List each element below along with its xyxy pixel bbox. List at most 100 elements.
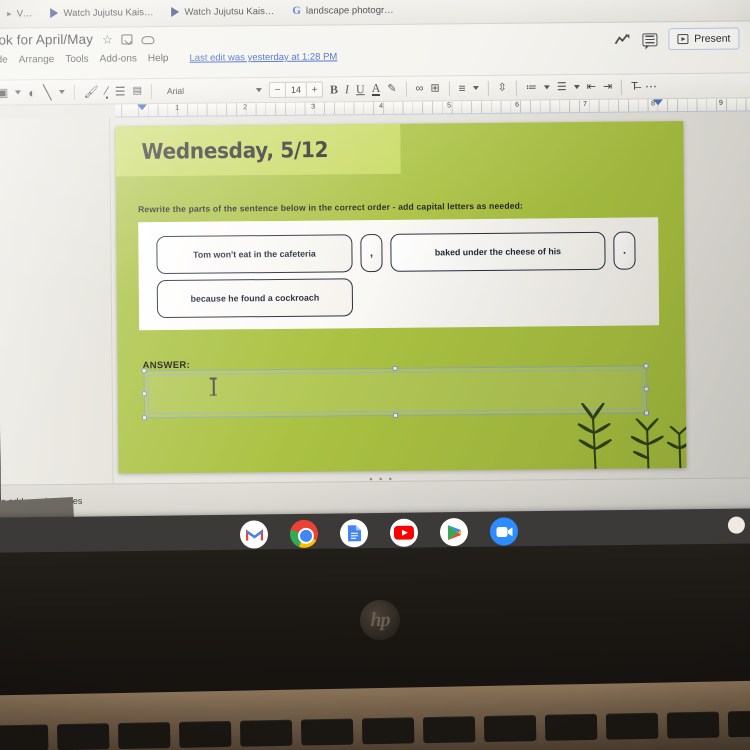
underline-button[interactable]: U — [356, 82, 365, 96]
resize-handle-ne[interactable] — [643, 363, 649, 369]
punctuation-chip-period[interactable]: . — [613, 231, 636, 270]
slide-canvas[interactable]: Wednesday, 5/12 Rewrite the parts of the… — [115, 121, 687, 474]
keyboard-key[interactable] — [483, 715, 537, 743]
activity-trend-icon[interactable] — [614, 34, 631, 46]
bookmark-item[interactable]: Watch Jujutsu Kais… — [162, 0, 283, 23]
shelf-app-list — [239, 517, 519, 549]
increase-indent-icon[interactable]: ⇥ — [603, 80, 612, 92]
keyboard-key[interactable] — [239, 719, 293, 747]
ruler-number: 4 — [379, 102, 384, 110]
system-tray[interactable] — [727, 516, 750, 534]
sentence-chip[interactable]: baked under the cheese of his — [390, 231, 606, 272]
keyboard-key[interactable] — [117, 722, 171, 750]
keyboard-key[interactable] — [178, 720, 232, 748]
resize-handle-n[interactable] — [392, 365, 398, 371]
border-dash-icon[interactable]: ▤ — [133, 85, 143, 96]
decrease-indent-icon[interactable]: ⇤ — [587, 80, 596, 92]
insert-image-icon[interactable]: ⊞ — [430, 82, 439, 94]
font-size-decrease-button[interactable]: − — [270, 84, 285, 95]
text-color-button[interactable]: A — [372, 80, 381, 96]
font-size-stepper[interactable]: − 14 + — [268, 81, 324, 99]
keyboard-key[interactable] — [56, 723, 110, 750]
keyboard-key[interactable] — [727, 710, 750, 738]
document-title-row: ok for April/May ☆ — [0, 31, 155, 48]
resize-handle-w[interactable] — [141, 391, 147, 397]
bookmark-item[interactable]: G landscape photogr… — [283, 0, 402, 22]
laptop-photo: ▸ V… Watch Jujutsu Kais… Watch Jujutsu K… — [0, 0, 750, 750]
tray-icon[interactable] — [727, 516, 746, 534]
highlight-pen-icon[interactable]: ✎ — [387, 82, 396, 94]
menu-item-slide[interactable]: de — [0, 55, 8, 66]
keyboard-row[interactable] — [0, 710, 750, 750]
play-store-app-icon[interactable] — [439, 517, 469, 547]
chip-text: . — [622, 244, 627, 257]
last-edit-link[interactable]: Last edit was yesterday at 1:28 PM — [189, 51, 337, 63]
font-size-value[interactable]: 14 — [284, 82, 308, 97]
notes-resize-dots[interactable]: • • • — [369, 474, 394, 484]
resize-handle-sw[interactable] — [142, 415, 148, 421]
chevron-down-icon[interactable] — [573, 85, 580, 90]
line-icon[interactable]: ╲ — [43, 84, 52, 100]
slide-filmstrip[interactable] — [0, 117, 115, 523]
punctuation-chip-comma[interactable]: , — [360, 233, 383, 273]
keyboard-key[interactable] — [544, 713, 598, 741]
ruler-number: 2 — [243, 104, 248, 112]
more-options-icon[interactable]: ⋯ — [645, 79, 658, 93]
sentence-chip[interactable]: Tom won't eat in the cafeteria — [156, 234, 353, 275]
keyboard-key[interactable] — [300, 718, 354, 746]
chevron-down-icon[interactable] — [472, 86, 479, 91]
move-to-folder-icon[interactable] — [121, 33, 133, 44]
menu-item-tools[interactable]: Tools — [65, 54, 88, 65]
keyboard-key[interactable] — [422, 716, 476, 744]
answer-textbox[interactable] — [141, 363, 650, 421]
resize-handle-nw[interactable] — [141, 368, 147, 374]
keyboard-key[interactable] — [605, 712, 659, 740]
clear-formatting-icon[interactable]: T̶ — [631, 80, 638, 92]
ruler-number: 6 — [515, 101, 519, 109]
present-button[interactable]: Present — [668, 27, 740, 51]
line-spacing-icon[interactable]: ⇳ — [498, 81, 507, 93]
keyboard-key[interactable] — [361, 717, 415, 745]
menu-item-addons[interactable]: Add-ons — [100, 53, 137, 64]
bookmark-item[interactable]: ▸ V… — [0, 2, 42, 24]
menu-bar: de Arrange Tools Add-ons Help Last edit … — [0, 51, 337, 65]
fill-color-icon[interactable]: 🖌 — [83, 85, 98, 99]
sentence-chip[interactable]: because he found a cockroach — [156, 278, 354, 319]
chevron-down-icon[interactable] — [58, 90, 65, 95]
menu-item-help[interactable]: Help — [148, 53, 169, 64]
align-icon[interactable]: ≡ — [459, 81, 466, 95]
comment-icon[interactable] — [642, 32, 658, 46]
resize-handle-e[interactable] — [643, 386, 649, 392]
border-weight-icon[interactable]: ☰ — [115, 84, 126, 98]
chevron-down-icon[interactable] — [543, 85, 550, 90]
font-size-increase-button[interactable]: + — [307, 84, 322, 95]
menu-item-arrange[interactable]: Arrange — [19, 54, 55, 65]
chrome-app-icon[interactable] — [289, 519, 319, 549]
border-color-icon[interactable]: ∕ — [106, 83, 108, 99]
transition-icon[interactable]: ◐ — [28, 85, 36, 100]
theme-icon[interactable]: ▣ — [0, 86, 8, 100]
bulleted-list-icon[interactable]: ☰ — [557, 81, 567, 93]
slide-title-banner[interactable]: Wednesday, 5/12 — [115, 123, 401, 177]
chevron-down-icon[interactable] — [15, 90, 22, 95]
bold-button[interactable]: B — [330, 82, 338, 96]
gmail-app-icon[interactable] — [239, 520, 269, 549]
left-indent-marker[interactable] — [137, 104, 148, 111]
star-icon[interactable]: ☆ — [102, 32, 113, 46]
insert-link-icon[interactable]: ∞ — [416, 82, 424, 94]
resize-handle-se[interactable] — [643, 410, 650, 416]
page-title[interactable]: ok for April/May — [0, 32, 93, 48]
numbered-list-icon[interactable]: ≔ — [526, 81, 537, 93]
right-indent-marker[interactable] — [653, 99, 664, 106]
youtube-app-icon[interactable] — [389, 518, 419, 547]
leaf-sprig-icon — [577, 402, 612, 470]
keyboard-key[interactable] — [0, 724, 49, 750]
bookmark-item[interactable]: Watch Jujutsu Kais… — [41, 1, 162, 24]
zoom-app-icon[interactable] — [489, 517, 519, 546]
font-family-select[interactable]: Arial — [161, 86, 213, 96]
italic-button[interactable]: I — [345, 82, 349, 96]
google-docs-app-icon[interactable] — [339, 519, 369, 548]
chevron-down-icon[interactable] — [255, 88, 263, 93]
resize-handle-s[interactable] — [392, 412, 398, 418]
keyboard-key[interactable] — [666, 711, 720, 739]
